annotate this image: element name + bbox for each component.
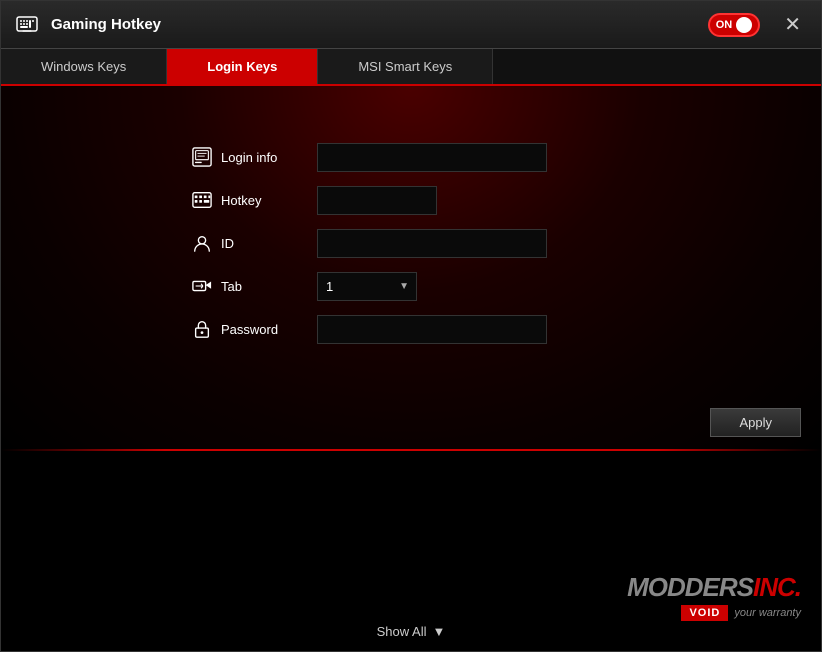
toggle-container: ON [708,13,761,37]
toggle-label: ON [716,19,733,31]
login-info-icon [191,146,213,168]
password-input[interactable] [317,315,547,344]
id-row: ID [191,229,631,258]
watermark: MODDERSINC. VOID your warranty [627,572,801,621]
id-icon [191,232,213,254]
id-label: ID [221,236,234,251]
tab-msi-smart-keys[interactable]: MSI Smart Keys [318,49,493,84]
tab-select-wrapper: 1 2 3 4 ▼ [317,272,417,301]
show-all-label: Show All [377,624,427,639]
hotkey-label-group: Hotkey [191,189,301,211]
id-input[interactable] [317,229,547,258]
titlebar: Gaming Hotkey ON ✕ [1,1,821,49]
watermark-void: VOID [681,605,728,621]
show-all-button[interactable]: Show All ▼ [377,624,446,639]
watermark-inc: INC. [753,572,801,602]
password-label: Password [221,322,278,337]
login-info-input[interactable] [317,143,547,172]
watermark-modders: MODDERSINC. [627,572,801,603]
app-title: Gaming Hotkey [51,16,708,33]
login-info-label: Login info [221,150,277,165]
password-label-group: Password [191,318,301,340]
chevron-down-icon: ▼ [433,624,446,639]
bottom-panel: Show All ▼ MODDERSINC. VOID your warrant… [1,451,821,651]
form-section: Login info [1,86,821,400]
power-toggle[interactable]: ON [708,13,761,37]
tab-select[interactable]: 1 2 3 4 [317,272,417,301]
login-info-label-group: Login info [191,146,301,168]
id-label-group: ID [191,232,301,254]
form-container: Login info [191,143,631,344]
watermark-sub: your warranty [734,607,801,619]
password-icon [191,318,213,340]
apply-button[interactable]: Apply [710,408,801,437]
app-icon [13,11,41,39]
close-button[interactable]: ✕ [776,11,809,39]
hotkey-label: Hotkey [221,193,261,208]
main-window: Gaming Hotkey ON ✕ Windows Keys Login Ke… [0,0,822,652]
tab-windows-keys[interactable]: Windows Keys [1,49,167,84]
hotkey-input[interactable] [317,186,437,215]
tab-icon [191,275,213,297]
login-info-row: Login info [191,143,631,172]
tab-row: Tab 1 2 3 4 ▼ [191,272,631,301]
tab-label: Tab [221,279,242,294]
password-row: Password [191,315,631,344]
content-area: Login info [1,86,821,449]
apply-area: Apply [1,400,821,449]
tab-label-group: Tab [191,275,301,297]
hotkey-row: Hotkey [191,186,631,215]
tab-login-keys[interactable]: Login Keys [167,49,318,84]
hotkey-icon [191,189,213,211]
tabs-bar: Windows Keys Login Keys MSI Smart Keys [1,49,821,86]
toggle-knob [736,17,752,33]
